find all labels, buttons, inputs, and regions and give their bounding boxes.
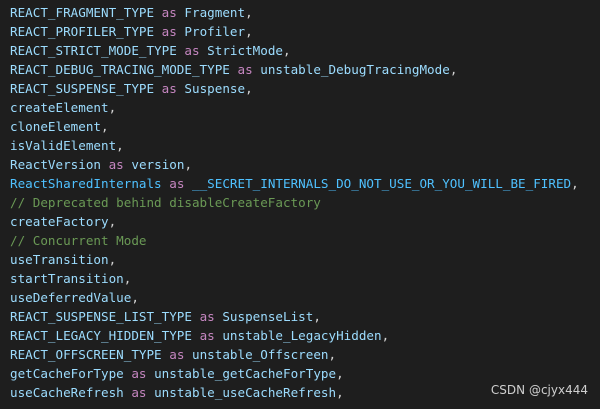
code-line[interactable]: REACT_STRICT_MODE_TYPE as StrictMode, — [10, 41, 579, 60]
code-token-punctuation: , — [131, 290, 139, 305]
code-token-punctuation: , — [336, 366, 344, 381]
code-line[interactable]: REACT_LEGACY_HIDDEN_TYPE as unstable_Leg… — [10, 326, 579, 345]
code-token-identifier: isValidElement — [10, 138, 117, 153]
code-line[interactable]: ReactVersion as version, — [10, 155, 579, 174]
code-token-constant: ReactSharedInternals — [10, 176, 162, 191]
code-line[interactable]: REACT_OFFSCREEN_TYPE as unstable_Offscre… — [10, 345, 579, 364]
code-token-punctuation: , — [571, 176, 579, 191]
code-token-keyword: as — [199, 309, 215, 324]
code-token-punctuation: , — [108, 100, 117, 115]
code-token-identifier: ReactVersion — [10, 157, 101, 172]
code-token-constant: __SECRET_INTERNALS_DO_NOT_USE_OR_YOU_WIL… — [192, 176, 572, 191]
code-token-identifier: REACT_SUSPENSE_TYPE — [10, 81, 155, 96]
code-token-punctuation: , — [328, 347, 337, 362]
code-editor[interactable]: REACT_FRAGMENT_TYPE as Fragment, REACT_PR… — [0, 0, 600, 409]
code-token-identifier: cloneElement — [10, 119, 101, 134]
code-line[interactable]: isValidElement, — [10, 136, 579, 155]
code-token-identifier: REACT_LEGACY_HIDDEN_TYPE — [10, 328, 192, 343]
code-line[interactable]: useTransition, — [10, 250, 579, 269]
code-line[interactable]: cloneElement, — [10, 117, 579, 136]
code-token-keyword: as — [131, 385, 147, 400]
code-token-keyword: as — [108, 157, 124, 172]
code-token-identifier: unstable_getCacheForType — [154, 366, 337, 381]
code-token-identifier: createElement — [10, 100, 109, 115]
code-token-identifier: Fragment — [184, 5, 246, 20]
code-token-identifier: REACT_PROFILER_TYPE — [10, 24, 155, 39]
code-token-keyword: as — [161, 24, 177, 39]
code-token-punctuation: , — [123, 271, 132, 286]
code-token-comment: // Deprecated behind disableCreateFactor… — [10, 195, 321, 210]
code-line[interactable]: REACT_SUSPENSE_LIST_TYPE as SuspenseList… — [10, 307, 579, 326]
code-token-keyword: as — [161, 5, 177, 20]
csdn-watermark: CSDN @cjyx444 — [490, 383, 588, 397]
code-token-punctuation: , — [449, 62, 458, 77]
code-token-identifier: startTransition — [10, 271, 124, 286]
code-token-keyword: as — [169, 176, 185, 191]
code-token-punctuation: , — [245, 5, 253, 20]
code-token-identifier: SuspenseList — [222, 309, 314, 324]
code-line[interactable]: createElement, — [10, 98, 579, 117]
code-token-identifier: unstable_Offscreen — [192, 347, 329, 362]
code-token-keyword: as — [184, 43, 200, 58]
code-token-keyword: as — [169, 347, 185, 362]
code-token-identifier: StrictMode — [207, 43, 283, 58]
code-token-identifier: Profiler — [184, 24, 246, 39]
code-token-identifier: getCacheForType — [10, 366, 124, 381]
code-token-identifier: REACT_DEBUG_TRACING_MODE_TYPE — [10, 62, 230, 77]
code-token-punctuation: , — [245, 81, 253, 96]
code-token-identifier: Suspense — [184, 81, 246, 96]
code-line[interactable]: createFactory, — [10, 212, 579, 231]
code-line[interactable]: // Concurrent Mode — [10, 231, 579, 250]
code-line[interactable]: REACT_PROFILER_TYPE as Profiler, — [10, 22, 579, 41]
code-token-keyword: as — [237, 62, 253, 77]
code-token-punctuation: , — [116, 138, 124, 153]
code-token-identifier: useDeferredValue — [10, 290, 132, 305]
code-line[interactable]: REACT_FRAGMENT_TYPE as Fragment, — [10, 3, 579, 22]
code-line[interactable]: getCacheForType as unstable_getCacheForT… — [10, 364, 579, 383]
code-token-punctuation: , — [108, 252, 117, 267]
code-token-identifier: useTransition — [10, 252, 109, 267]
code-token-punctuation: , — [313, 309, 321, 324]
code-token-punctuation: , — [108, 214, 117, 229]
code-token-identifier: REACT_FRAGMENT_TYPE — [10, 5, 155, 20]
code-token-punctuation: , — [381, 328, 390, 343]
code-line[interactable]: startTransition, — [10, 269, 579, 288]
code-token-keyword: as — [161, 81, 177, 96]
code-token-identifier: createFactory — [10, 214, 109, 229]
code-token-punctuation: , — [101, 119, 109, 134]
code-token-keyword: as — [199, 328, 215, 343]
code-token-punctuation: , — [184, 157, 193, 172]
code-token-identifier: useCacheRefresh — [10, 385, 124, 400]
code-block[interactable]: REACT_FRAGMENT_TYPE as Fragment, REACT_PR… — [10, 3, 579, 402]
code-token-identifier: REACT_OFFSCREEN_TYPE — [10, 347, 162, 362]
code-token-identifier: unstable_useCacheRefresh — [154, 385, 337, 400]
code-token-identifier: version — [131, 157, 185, 172]
code-token-identifier: REACT_STRICT_MODE_TYPE — [10, 43, 177, 58]
code-line[interactable]: REACT_SUSPENSE_TYPE as Suspense, — [10, 79, 579, 98]
code-line[interactable]: ReactSharedInternals as __SECRET_INTERNA… — [10, 174, 579, 193]
code-line[interactable]: REACT_DEBUG_TRACING_MODE_TYPE as unstabl… — [10, 60, 579, 79]
code-token-punctuation: , — [283, 43, 291, 58]
code-token-punctuation: , — [336, 385, 344, 400]
code-token-punctuation: , — [245, 24, 253, 39]
code-line[interactable]: useDeferredValue, — [10, 288, 579, 307]
code-token-identifier: unstable_LegacyHidden — [222, 328, 382, 343]
code-line[interactable]: // Deprecated behind disableCreateFactor… — [10, 193, 579, 212]
code-token-comment: // Concurrent Mode — [10, 233, 147, 248]
code-token-identifier: REACT_SUSPENSE_LIST_TYPE — [10, 309, 192, 324]
code-token-identifier: unstable_DebugTracingMode — [260, 62, 450, 77]
code-token-keyword: as — [131, 366, 147, 381]
